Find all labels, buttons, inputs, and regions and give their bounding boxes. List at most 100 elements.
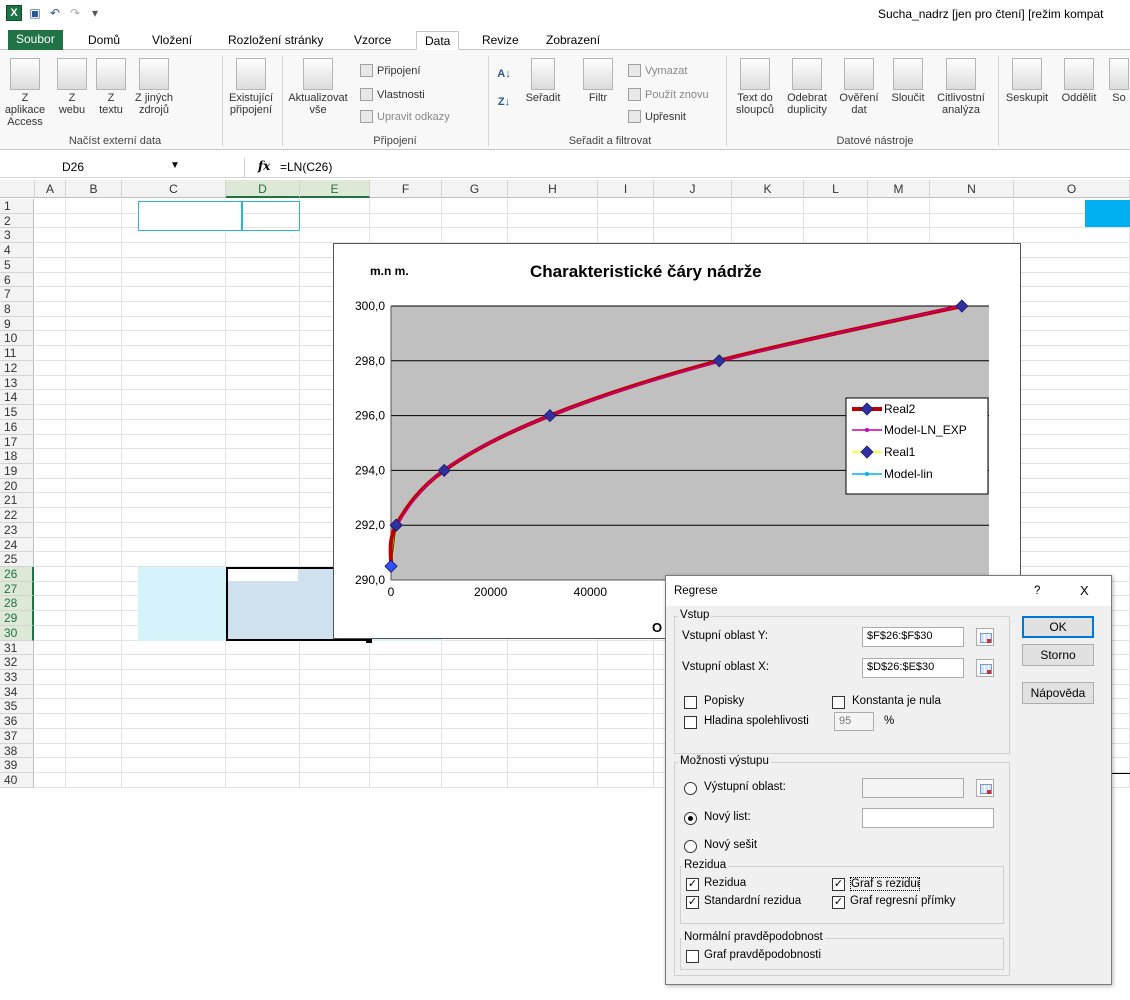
row-header-25[interactable]: 25 [0,552,34,567]
row-header-28[interactable]: 28 [0,596,34,612]
group-button[interactable]: Seskupit [1002,58,1052,104]
row-header-5[interactable]: 5 [0,257,34,273]
row-header-9[interactable]: 9 [0,316,34,332]
row-header-29[interactable]: 29 [0,611,34,626]
collapse-dialog-output-icon[interactable] [976,779,994,797]
save-icon[interactable]: ▣ [28,6,42,20]
new-sheet-radio[interactable] [684,812,697,825]
row-header-2[interactable]: 2 [0,213,34,229]
row-header-15[interactable]: 15 [0,405,34,420]
tab-data[interactable]: Data [416,31,460,50]
row-header-23[interactable]: 23 [0,522,34,538]
name-box[interactable]: D26 [62,160,84,174]
sort-za-icon[interactable]: Z↓ [496,96,512,108]
row-header-19[interactable]: 19 [0,463,34,479]
row-header-3[interactable]: 3 [0,228,34,244]
tab-home[interactable]: Domů [80,31,128,50]
row-header-38[interactable]: 38 [0,743,34,759]
filter-button[interactable]: Filtr [578,58,618,104]
row-header-26[interactable]: 26 [0,567,34,582]
input-x-field[interactable]: $D$26:$E$30 [862,658,964,678]
column-header-f[interactable]: F [370,180,442,198]
column-header-b[interactable]: B [66,180,122,198]
undo-icon[interactable]: ↶ [48,6,62,20]
row-header-34[interactable]: 34 [0,684,34,700]
subtotal-button[interactable]: So [1108,58,1130,104]
text-to-columns-button[interactable]: Text do sloupců [730,58,780,116]
row-header-40[interactable]: 40 [0,773,34,788]
row-header-30[interactable]: 30 [0,625,34,641]
residuals-checkbox[interactable]: ✓ [686,878,699,891]
advanced-filter-button[interactable]: Upřesnit [628,110,686,123]
normal-plot-checkbox[interactable] [686,950,699,963]
row-header-33[interactable]: 33 [0,670,34,685]
column-header-l[interactable]: L [804,180,868,198]
insert-function-icon[interactable]: fx [258,159,270,173]
row-header-7[interactable]: 7 [0,287,34,303]
column-header-j[interactable]: J [654,180,732,198]
consolidate-button[interactable]: Sloučit [884,58,932,104]
column-header-e[interactable]: E [300,180,370,198]
column-header-a[interactable]: A [35,180,66,198]
sort-button[interactable]: Seřadit [522,58,564,104]
column-header-i[interactable]: I [598,180,654,198]
row-header-8[interactable]: 8 [0,302,34,317]
ok-button[interactable]: OK [1022,616,1094,638]
cancel-button[interactable]: Storno [1022,644,1094,666]
help-icon[interactable]: ? [1034,585,1040,597]
connections-button[interactable]: Připojení [360,64,420,77]
row-header-37[interactable]: 37 [0,728,34,744]
column-header-d[interactable]: D [226,180,300,198]
existing-connections-button[interactable]: Existující připojení [224,58,278,116]
reapply-button[interactable]: Použít znovu [628,88,709,101]
header-volume[interactable] [242,200,300,231]
row-header-6[interactable]: 6 [0,272,34,288]
row-header-4[interactable]: 4 [0,243,34,258]
residual-plot-checkbox[interactable]: ✓ [832,878,845,891]
close-icon[interactable]: X [1080,583,1089,598]
clear-filter-button[interactable]: Vymazat [628,64,687,77]
collapse-dialog-y-icon[interactable] [976,628,994,646]
select-all-corner[interactable] [0,180,35,198]
column-header-k[interactable]: K [732,180,804,198]
confidence-input[interactable]: 95 [834,712,874,731]
approx-header[interactable] [1085,199,1130,228]
tab-view[interactable]: Zobrazení [538,31,608,50]
from-web-button[interactable]: Z webu [52,58,92,116]
refresh-all-button[interactable]: Aktualizovat vše [284,58,352,116]
row-header-22[interactable]: 22 [0,508,34,523]
new-workbook-radio[interactable] [684,840,697,853]
redo-icon[interactable]: ↷ [68,6,82,20]
row-header-24[interactable]: 24 [0,537,34,553]
output-range-field[interactable] [862,778,964,798]
column-header-c[interactable]: C [122,180,226,198]
what-if-analysis-button[interactable]: Citlivostní analýza [932,58,990,116]
row-header-1[interactable]: 1 [0,199,34,214]
row-header-17[interactable]: 17 [0,434,34,450]
input-y-field[interactable]: $F$26:$F$30 [862,627,964,647]
from-text-button[interactable]: Z textu [93,58,129,116]
row-header-36[interactable]: 36 [0,714,34,729]
from-other-sources-button[interactable]: Z jiných zdrojů [130,58,178,116]
column-header-m[interactable]: M [868,180,930,198]
row-header-12[interactable]: 12 [0,360,34,376]
row-header-31[interactable]: 31 [0,640,34,656]
column-header-g[interactable]: G [442,180,508,198]
column-header-h[interactable]: H [508,180,598,198]
remove-duplicates-button[interactable]: Odebrat duplicity [782,58,832,116]
row-header-21[interactable]: 21 [0,493,34,509]
confidence-checkbox[interactable] [684,716,697,729]
row-header-10[interactable]: 10 [0,331,34,347]
std-residuals-checkbox[interactable]: ✓ [686,896,699,909]
ungroup-button[interactable]: Oddělit [1054,58,1104,104]
row-header-14[interactable]: 14 [0,390,34,406]
row-header-16[interactable]: 16 [0,419,34,435]
row-header-13[interactable]: 13 [0,375,34,391]
row-header-39[interactable]: 39 [0,758,34,774]
column-header-n[interactable]: N [930,180,1014,198]
row-header-20[interactable]: 20 [0,478,34,494]
name-box-dropdown-icon[interactable]: ▼ [170,160,180,171]
row-header-11[interactable]: 11 [0,346,34,361]
formula-input[interactable]: =LN(C26) [280,160,332,174]
customize-qat-icon[interactable]: ▾ [88,6,102,20]
